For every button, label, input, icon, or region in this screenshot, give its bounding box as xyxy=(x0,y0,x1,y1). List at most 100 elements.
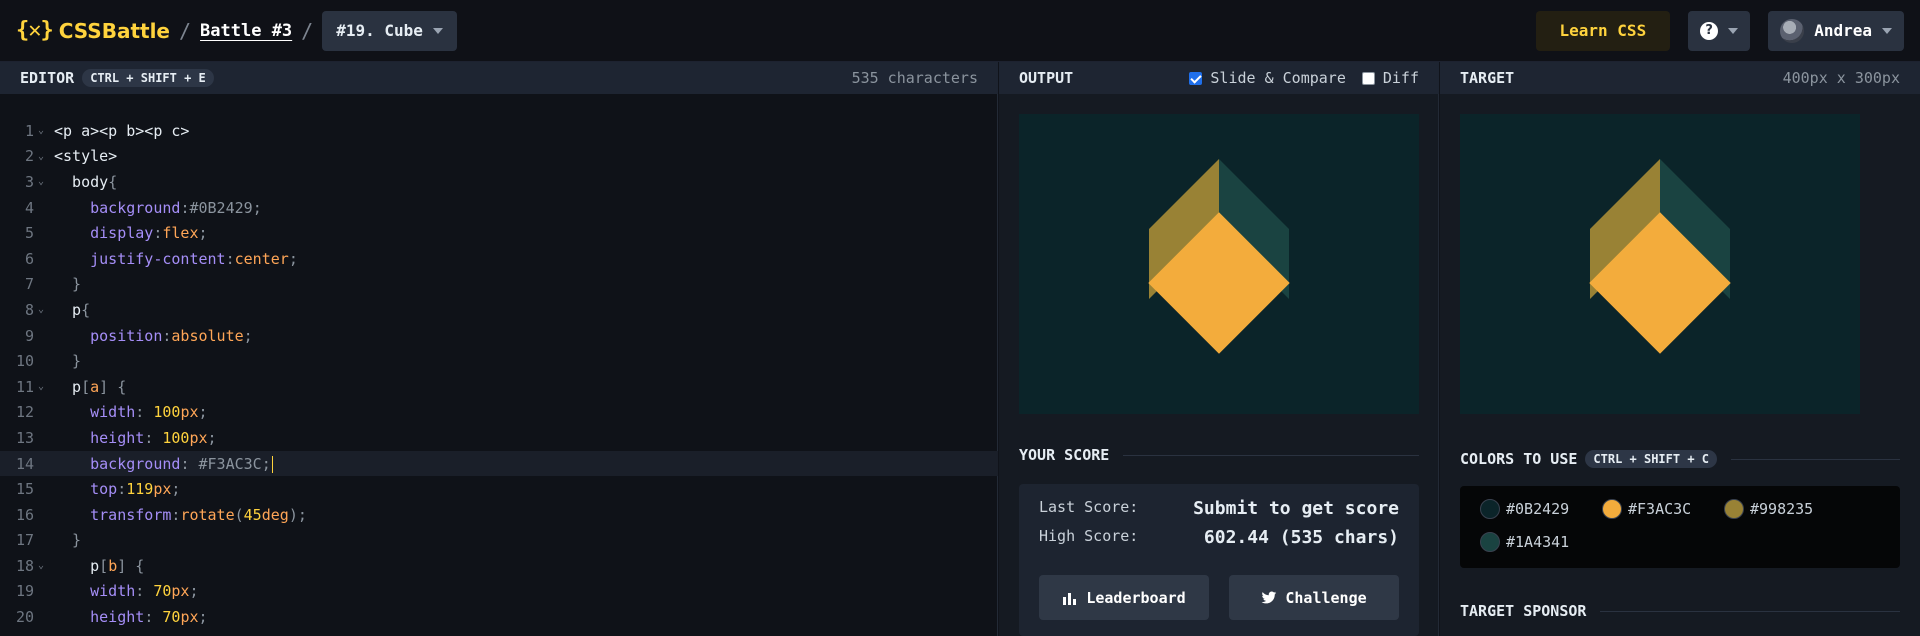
code-token: p xyxy=(54,556,100,575)
user-menu-button[interactable]: Andrea xyxy=(1768,10,1904,51)
code-line[interactable]: 7 } xyxy=(0,272,998,298)
code-line[interactable]: 13 height: 100px; xyxy=(0,425,998,451)
code-token: } xyxy=(54,531,82,550)
leaderboard-button[interactable]: Leaderboard xyxy=(1039,575,1209,620)
code-line[interactable]: 18 ⌄ p[b] { xyxy=(0,553,998,579)
code-line[interactable]: 19 width: 70px; xyxy=(0,579,998,605)
code-line[interactable]: 2 ⌄ <style> xyxy=(0,144,998,170)
fold-chevron-icon[interactable]: ⌄ xyxy=(34,381,54,392)
output-preview-canvas[interactable] xyxy=(1019,114,1419,414)
line-number: 18 xyxy=(15,556,34,575)
code-text: <style> xyxy=(54,147,117,165)
fold-chevron-icon[interactable]: ⌄ xyxy=(34,560,54,571)
line-number: 6 xyxy=(24,249,34,268)
code-token: background xyxy=(54,198,181,217)
code-line[interactable]: 4 background:#0B2429; xyxy=(0,195,998,221)
code-token: <style> xyxy=(54,147,118,166)
code-token: px xyxy=(171,582,190,601)
code-token: <p a><p b><p c> xyxy=(54,121,190,140)
line-number: 14 xyxy=(15,454,34,473)
code-token: : xyxy=(225,249,235,268)
color-hex: #F3AC3C xyxy=(1628,500,1692,518)
code-token: : xyxy=(144,428,163,447)
line-number: 17 xyxy=(15,531,34,550)
color-swatch-item[interactable]: #F3AC3C xyxy=(1602,499,1691,519)
diff-checkbox[interactable] xyxy=(1361,71,1375,85)
code-text: display:flex; xyxy=(54,224,207,243)
logo-mark-icon: {✕} xyxy=(16,18,54,43)
fold-chevron-icon[interactable]: ⌄ xyxy=(34,304,54,315)
fold-chevron-icon[interactable]: ⌄ xyxy=(34,125,54,136)
code-token: 119 xyxy=(126,480,154,499)
code-token: #F3AC3C xyxy=(198,454,262,473)
code-text: width: 100px; xyxy=(54,403,207,422)
line-number: 20 xyxy=(15,608,34,627)
code-line[interactable]: 14 background: #F3AC3C; xyxy=(0,450,998,477)
editor-title: EDITOR xyxy=(20,69,75,87)
code-token: ; xyxy=(252,198,262,217)
color-hex: #1A4341 xyxy=(1506,533,1570,551)
high-score-row: High Score: 602.44 (535 chars) xyxy=(1039,527,1399,548)
target-select-dropdown[interactable]: #19. Cube xyxy=(322,10,457,51)
code-token: ; xyxy=(171,480,181,499)
code-text: } xyxy=(54,275,81,293)
code-line[interactable]: 16 transform:rotate(45deg); xyxy=(0,502,998,528)
code-editor[interactable]: 1 ⌄ <p a><p b><p c> 2 ⌄ <style> 3 ⌄ body{4 back… xyxy=(0,94,998,636)
help-menu-button[interactable]: ? xyxy=(1688,10,1751,51)
avatar xyxy=(1780,18,1805,43)
code-token: a xyxy=(90,377,100,396)
code-token: 100 xyxy=(153,403,181,422)
code-line[interactable]: 1 ⌄ <p a><p b><p c> xyxy=(0,118,998,144)
fold-chevron-icon[interactable]: ⌄ xyxy=(34,151,54,162)
code-line[interactable]: 17 } xyxy=(0,528,998,554)
color-swatch-item[interactable]: #0B2429 xyxy=(1480,499,1569,519)
your-score-heading: YOUR SCORE xyxy=(1019,446,1419,464)
breadcrumb-battle-link[interactable]: Battle #3 xyxy=(200,21,292,41)
code-token: position xyxy=(54,326,163,345)
line-number: 9 xyxy=(24,326,34,345)
challenge-button[interactable]: Challenge xyxy=(1229,575,1399,620)
code-line[interactable]: 12 width: 100px; xyxy=(0,400,998,426)
color-swatch xyxy=(1724,499,1744,519)
code-token: display xyxy=(54,224,154,243)
output-header: OUTPUT Slide & Compare Diff xyxy=(999,62,1439,94)
code-line[interactable]: 9 position:absolute; xyxy=(0,323,998,349)
code-token: ; xyxy=(261,454,271,473)
code-line[interactable]: 3 ⌄ body{ xyxy=(0,169,998,195)
challenge-label: Challenge xyxy=(1285,588,1367,607)
code-line[interactable]: 11 ⌄ p[a] { xyxy=(0,374,998,400)
code-token: px xyxy=(189,428,208,447)
top-bar: {✕} CSSBattle / Battle #3 / #19. Cube Le… xyxy=(0,0,1920,62)
code-line[interactable]: 5 display:flex; xyxy=(0,220,998,246)
code-line[interactable]: 6 justify-content:center; xyxy=(0,246,998,272)
line-number: 16 xyxy=(15,505,34,524)
cssbattle-logo[interactable]: {✕} CSSBattle xyxy=(16,18,170,43)
code-token: 45 xyxy=(243,505,262,524)
target-select-label: #19. Cube xyxy=(336,21,423,40)
code-text: } xyxy=(54,352,81,370)
fold-chevron-icon[interactable]: ⌄ xyxy=(34,176,54,187)
code-line[interactable]: 20 height: 70px; xyxy=(0,604,998,630)
code-line[interactable]: 8 ⌄ p{ xyxy=(0,297,998,323)
code-line[interactable]: 10 } xyxy=(0,348,998,374)
code-lines[interactable]: 1 ⌄ <p a><p b><p c> 2 ⌄ <style> 3 ⌄ body{4 back… xyxy=(0,118,998,630)
code-text: p[b] { xyxy=(54,557,144,575)
color-swatch-item[interactable]: #998235 xyxy=(1724,499,1813,519)
color-swatch-item[interactable]: #1A4341 xyxy=(1480,532,1569,552)
code-text: <p a><p b><p c> xyxy=(54,122,189,140)
breadcrumb-separator: / xyxy=(301,18,314,43)
color-hex: #0B2429 xyxy=(1506,500,1570,518)
user-name: Andrea xyxy=(1814,21,1872,40)
code-line[interactable]: 15 top:119px; xyxy=(0,476,998,502)
code-token: transform xyxy=(54,505,172,524)
target-sponsor-title: TARGET SPONSOR xyxy=(1460,602,1587,620)
code-text: transform:rotate(45deg); xyxy=(54,506,307,524)
learn-css-button[interactable]: Learn CSS xyxy=(1535,10,1671,51)
code-text: top:119px; xyxy=(54,480,180,498)
high-score-label: High Score: xyxy=(1039,527,1139,545)
slide-compare-checkbox[interactable] xyxy=(1189,71,1203,85)
color-swatch xyxy=(1480,499,1500,519)
code-token: background xyxy=(54,454,181,473)
code-text: justify-content:center; xyxy=(54,250,298,268)
line-number: 12 xyxy=(15,403,34,422)
